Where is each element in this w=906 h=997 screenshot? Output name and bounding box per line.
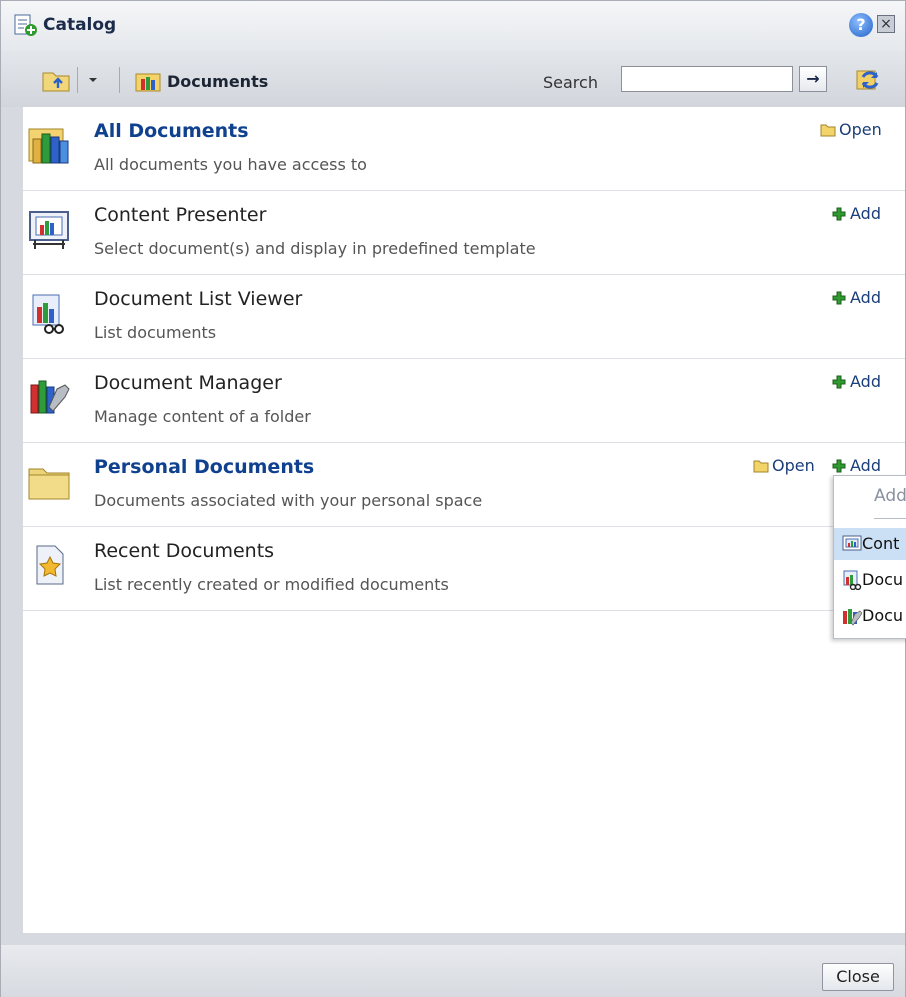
- add-link[interactable]: Add: [831, 204, 881, 223]
- item-name[interactable]: Personal Documents: [94, 456, 314, 478]
- open-link[interactable]: Open: [820, 120, 882, 139]
- item-description: Manage content of a folder: [94, 407, 311, 426]
- item-description: Select document(s) and display in predef…: [94, 239, 536, 258]
- add-label: Add: [850, 288, 881, 307]
- catalog-list: All Documents All documents you have acc…: [23, 107, 905, 933]
- add-icon: [832, 291, 846, 304]
- item-description: Documents associated with your personal …: [94, 491, 483, 510]
- help-icon[interactable]: ?: [849, 13, 873, 37]
- title-bar: Catalog ? ×: [1, 1, 905, 51]
- add-popup-menu: Add Cont Docu Docu: [833, 475, 906, 639]
- list-item[interactable]: Personal Documents Documents associated …: [23, 443, 905, 527]
- folder-icon: [28, 468, 70, 500]
- add-label: Add: [850, 372, 881, 391]
- presentation-board-icon: [29, 211, 69, 249]
- toolbar-separator: [77, 67, 78, 93]
- dialog-title: Catalog: [43, 15, 117, 35]
- books-icon: [28, 128, 69, 164]
- add-label: Add: [850, 204, 881, 223]
- star-document-icon: [36, 545, 64, 585]
- list-item[interactable]: Document Manager Manage content of a fol…: [23, 359, 905, 443]
- search-input[interactable]: [621, 66, 793, 92]
- list-item[interactable]: Content Presenter Select document(s) and…: [23, 191, 905, 275]
- add-label: Add: [850, 456, 881, 475]
- item-name: Document List Viewer: [94, 288, 303, 310]
- close-button[interactable]: Close: [822, 963, 894, 991]
- item-description: List documents: [94, 323, 217, 342]
- breadcrumb[interactable]: Documents: [167, 72, 268, 91]
- chevron-down-icon[interactable]: [85, 72, 101, 88]
- popup-item-document-manager[interactable]: Docu: [834, 600, 906, 632]
- list-item[interactable]: Document List Viewer List documents Add: [23, 275, 905, 359]
- list-item[interactable]: Recent Documents List recently created o…: [23, 527, 905, 611]
- popup-separator: [874, 518, 906, 519]
- add-icon: [832, 459, 846, 472]
- add-link[interactable]: Add: [831, 372, 881, 391]
- open-link[interactable]: Open: [753, 456, 815, 475]
- item-name: Document Manager: [94, 372, 282, 394]
- refresh-icon[interactable]: [853, 65, 885, 95]
- toolbar: Documents Search →: [1, 51, 905, 107]
- books-wrench-icon: [843, 609, 862, 626]
- add-icon: [832, 207, 846, 220]
- open-label: Open: [772, 456, 815, 475]
- add-link[interactable]: Add: [831, 288, 881, 307]
- popup-item-document-list-viewer[interactable]: Docu: [834, 564, 906, 596]
- open-label: Open: [839, 120, 882, 139]
- footer-bar: Close: [1, 945, 905, 997]
- popup-item-content-presenter[interactable]: Cont: [834, 528, 906, 560]
- popup-item-label: Cont: [862, 534, 900, 553]
- popup-item-label: Docu: [862, 606, 904, 625]
- documents-icon: [135, 73, 161, 92]
- toolbar-separator: [119, 67, 120, 93]
- item-name[interactable]: All Documents: [94, 120, 249, 142]
- folder-open-icon: [753, 460, 769, 472]
- popup-item-label: Docu: [862, 570, 904, 589]
- item-description: All documents you have access to: [94, 155, 367, 174]
- add-icon: [832, 375, 846, 388]
- books-wrench-icon: [30, 380, 70, 414]
- folder-up-icon[interactable]: [41, 67, 73, 93]
- folder-open-icon: [820, 124, 836, 136]
- presentation-board-icon: [842, 535, 862, 551]
- chart-glasses-icon: [32, 294, 64, 334]
- item-name: Recent Documents: [94, 540, 275, 562]
- catalog-add-icon: [14, 14, 37, 36]
- item-description: List recently created or modified docume…: [94, 575, 449, 594]
- close-icon[interactable]: ×: [877, 15, 895, 33]
- popup-header: Add: [874, 486, 906, 506]
- search-label: Search: [543, 73, 598, 92]
- search-go-button[interactable]: →: [799, 66, 827, 92]
- catalog-dialog: Catalog ? × Documents Search → All Docum…: [0, 0, 906, 997]
- chart-glasses-icon: [843, 570, 862, 590]
- add-link[interactable]: Add: [831, 456, 881, 475]
- item-name: Content Presenter: [94, 204, 267, 226]
- list-item[interactable]: All Documents All documents you have acc…: [23, 107, 905, 191]
